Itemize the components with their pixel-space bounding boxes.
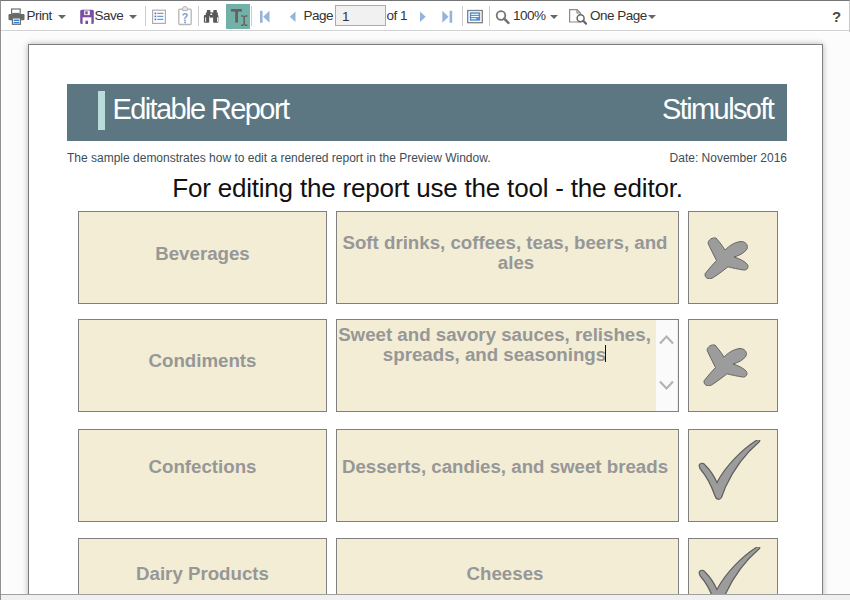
svg-text:?: ?: [182, 11, 188, 23]
